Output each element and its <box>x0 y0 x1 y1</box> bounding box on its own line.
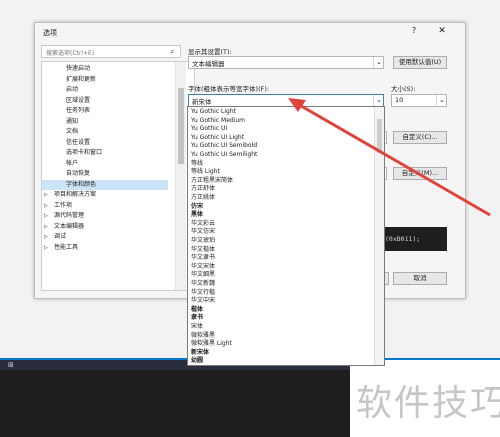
custom-background-button[interactable]: 自定义(M)... <box>393 167 447 180</box>
tree-item-label: 通知 <box>66 117 79 125</box>
search-placeholder: 搜索选项(Ctrl+E) <box>46 50 95 57</box>
status-icon: ⊞ <box>8 361 14 369</box>
font-option[interactable]: 隶书 <box>191 314 203 323</box>
font-option[interactable]: Yu Gothic UI Semilight <box>191 151 257 160</box>
size-value: 10 <box>395 96 404 104</box>
tree-item[interactable]: ▷ 工作项 <box>42 201 168 211</box>
show-settings-combo[interactable]: 文本编辑器 ⌄ <box>188 56 384 69</box>
font-option[interactable]: 华文楷体 <box>191 246 215 255</box>
show-settings-label: 显示其设置(T): <box>188 48 232 56</box>
expand-arrow-icon[interactable]: ▷ <box>44 190 52 200</box>
font-option[interactable]: 华文行楷 <box>191 289 215 298</box>
tree-item-label: 文本编辑器 <box>54 222 85 230</box>
font-option[interactable]: 方正姚体 <box>191 194 215 203</box>
font-option[interactable]: 等线 Light <box>191 168 220 177</box>
tree-item[interactable]: 字体和颜色 <box>42 179 168 190</box>
font-option[interactable]: Yu Gothic Light <box>191 108 236 117</box>
tree-item-label: 快速启动 <box>66 65 91 72</box>
tree-item[interactable]: 区域设置 <box>42 96 168 106</box>
font-option[interactable]: 华文新魏 <box>191 280 215 289</box>
expand-arrow-icon[interactable]: ▷ <box>44 201 52 211</box>
font-option[interactable]: 方正舒体 <box>191 185 215 194</box>
close-button[interactable]: ✕ <box>435 26 449 38</box>
tree-item-label: 字体和颜色 <box>66 180 97 188</box>
tree-item-label: 源代码管理 <box>54 212 85 219</box>
tree-item[interactable]: ▷ 性能工具 <box>42 243 168 253</box>
tree-item[interactable]: 自动恢复 <box>42 169 168 179</box>
search-icon: ⌕ <box>170 47 175 56</box>
tree-item-label: 扩展和更新 <box>66 75 97 83</box>
font-option[interactable]: Yu Gothic Medium <box>191 117 245 126</box>
watermark-text: 软件技巧 <box>356 383 500 424</box>
tree-item[interactable]: 启动 <box>42 85 168 95</box>
expand-arrow-icon[interactable]: ▷ <box>44 211 52 221</box>
expand-arrow-icon[interactable]: ▷ <box>44 222 52 232</box>
font-option[interactable]: 黑体 <box>191 211 203 220</box>
tree-item[interactable]: ▷ 调试 <box>42 232 168 242</box>
font-list-scroll-thumb[interactable] <box>377 119 382 153</box>
tree-item-label: 自动恢复 <box>66 170 91 177</box>
tree-item[interactable]: 选项卡和窗口 <box>42 148 168 158</box>
tree-item-label: 启动 <box>66 86 79 93</box>
cancel-button[interactable]: 取消 <box>393 272 447 285</box>
font-label: 字体(粗体表示等宽字体)(F): <box>188 85 270 93</box>
tree-item-label: 性能工具 <box>54 243 79 251</box>
tree-scroll-thumb[interactable] <box>178 88 184 164</box>
font-option[interactable]: 宋体 <box>191 323 203 332</box>
tree-item-label: 项目和解决方案 <box>54 191 97 198</box>
tree-item-label: 选项卡和窗口 <box>66 149 103 156</box>
font-list-scrollbar[interactable] <box>374 107 384 365</box>
font-option[interactable]: 华文细黑 <box>191 271 215 280</box>
use-defaults-button[interactable]: 使用默认值(U) <box>393 56 447 69</box>
tree-item-label: 帐户 <box>66 159 79 167</box>
chevron-down-icon: ⌄ <box>436 95 447 106</box>
chevron-down-icon: ⌄ <box>373 95 384 106</box>
font-option[interactable]: 华文隶书 <box>191 254 215 263</box>
tree-item-label: 区域设置 <box>66 96 91 104</box>
font-option[interactable]: Yu Gothic UI Semibold <box>191 142 257 151</box>
expand-arrow-icon[interactable]: ▷ <box>44 232 52 242</box>
tree-item[interactable]: 通知 <box>42 117 168 127</box>
help-button[interactable]: ? <box>407 26 421 38</box>
chevron-down-icon: ⌄ <box>373 57 384 68</box>
tree-item[interactable]: 快速启动 <box>42 64 168 74</box>
tree-item[interactable]: 文档 <box>42 127 168 137</box>
tree-item-label: 任务列表 <box>66 107 91 114</box>
font-value: 新宋体 <box>192 98 212 106</box>
expand-arrow-icon[interactable]: ▷ <box>44 243 52 253</box>
dialog-title: 选项 <box>43 29 57 37</box>
font-dropdown-list[interactable]: Yu Gothic Light Yu Gothic Medium Yu Gothic… <box>187 106 385 366</box>
font-option[interactable]: 微软雅黑 Light <box>191 340 232 349</box>
font-option[interactable]: 华文琥珀 <box>191 237 215 246</box>
tree-item-label: 调试 <box>54 233 67 240</box>
tree-item-label: 工作项 <box>54 201 73 209</box>
font-option[interactable]: Yu Gothic UI Light <box>191 134 244 143</box>
font-option[interactable]: 仿宋 <box>191 203 203 212</box>
preview-text: (0xB011); <box>385 235 421 243</box>
tree-scrollbar[interactable] <box>175 62 186 290</box>
options-tree: 快速启动扩展和更新启动区域设置任务列表通知文档信任设置选项卡和窗口 帐户自动恢复字… <box>41 61 195 291</box>
tree-item[interactable]: 帐户 <box>42 159 168 169</box>
tree-item-label: 信任设置 <box>66 138 91 146</box>
font-option[interactable]: Yu Gothic UI <box>191 125 227 134</box>
font-option[interactable]: 微软雅黑 <box>191 332 215 341</box>
tree-item[interactable]: 任务列表 <box>42 106 168 116</box>
show-settings-value: 文本编辑器 <box>192 60 225 68</box>
size-combo[interactable]: 10 ⌄ <box>391 94 447 107</box>
font-option[interactable]: 等线 <box>191 160 203 169</box>
size-label: 大小(S): <box>391 85 416 93</box>
font-option[interactable]: 华文仿宋 <box>191 228 215 237</box>
tree-item-label: 文档 <box>66 128 79 135</box>
tree-item[interactable]: 扩展和更新 <box>42 75 168 85</box>
tree-item[interactable]: 信任设置 <box>42 138 168 148</box>
font-option[interactable]: 幼圆 <box>191 357 203 365</box>
tree-item[interactable]: ▷ 文本编辑器 <box>42 222 168 232</box>
tree-item[interactable]: ▷ 项目和解决方案 <box>42 190 168 200</box>
search-input[interactable]: 搜索选项(Ctrl+E) ⌕ <box>41 45 181 58</box>
font-option[interactable]: 华文中宋 <box>191 297 215 306</box>
custom-foreground-button[interactable]: 自定义(C)... <box>393 131 447 144</box>
tree-item[interactable]: ▷ 源代码管理 <box>42 211 168 221</box>
